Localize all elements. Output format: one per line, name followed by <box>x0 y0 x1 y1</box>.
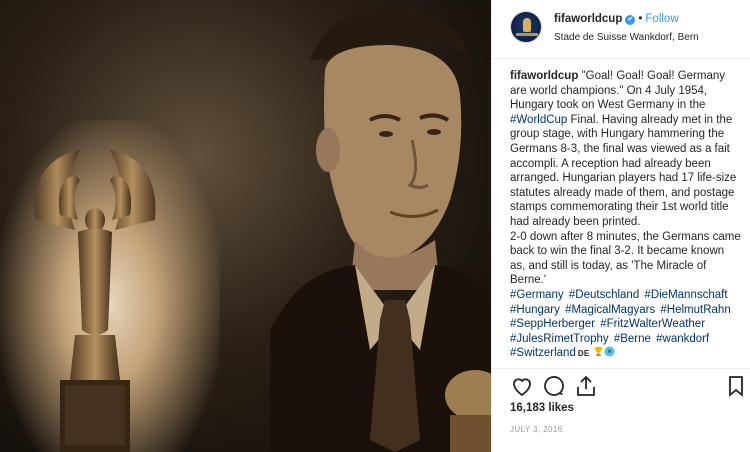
post-actions <box>506 374 746 400</box>
share-icon[interactable] <box>574 374 598 398</box>
hashtag-link[interactable]: #Deutschland <box>569 289 639 301</box>
location-link[interactable]: Stade de Suisse Wankdorf, Bern <box>554 32 699 43</box>
soccer-ball-emoji-icon <box>604 346 615 357</box>
actions-divider <box>492 368 750 369</box>
hashtag-link[interactable]: #HelmutRahn <box>660 304 730 316</box>
caption-author-link[interactable]: fifaworldcup <box>510 70 578 82</box>
heart-icon[interactable] <box>510 374 534 398</box>
caption-text-2: Final. Having already met in the group s… <box>510 113 737 228</box>
post-photo[interactable] <box>0 0 491 452</box>
caption-paragraph-2: 2-0 down after 8 minutes, the Germans ca… <box>510 230 741 287</box>
hashtag-link[interactable]: #JulesRimetTrophy <box>510 333 609 345</box>
post-date[interactable]: JULY 3, 2016 <box>510 425 563 434</box>
trophy-emoji-icon <box>593 347 603 357</box>
post-caption: fifaworldcup "Goal! Goal! Goal! Germany … <box>510 69 742 362</box>
separator-dot: • <box>638 13 643 25</box>
logo-band <box>516 33 538 36</box>
likes-count[interactable]: 16,183 likes <box>510 402 574 414</box>
caption-hashtags: #Germany #Deutschland #DieMannschaft #Hu… <box>510 288 742 362</box>
username-link[interactable]: fifaworldcup <box>554 13 622 25</box>
hashtag-link[interactable]: #Switzerland <box>510 347 576 359</box>
hashtag-link[interactable]: #SeppHerberger <box>510 318 595 330</box>
post-header: fifaworldcup ✔ • Follow Stade de Suisse Wan… <box>492 0 750 59</box>
hashtag-link[interactable]: #MagicalMagyars <box>565 304 655 316</box>
hashtag-link[interactable]: #Hungary <box>510 304 560 316</box>
hashtag-link[interactable]: #Germany <box>510 289 564 301</box>
bookmark-icon[interactable] <box>724 374 748 398</box>
header-handle-row: fifaworldcup ✔ • Follow <box>554 13 679 25</box>
caption-paragraph-1: fifaworldcup "Goal! Goal! Goal! Germany … <box>510 69 742 230</box>
comment-icon[interactable] <box>542 374 566 398</box>
avatar[interactable] <box>510 11 542 43</box>
instagram-post: fifaworldcup ✔ • Follow Stade de Suisse Wan… <box>0 0 750 452</box>
hashtag-link[interactable]: #FritzWalterWeather <box>600 318 705 330</box>
world-cup-logo-icon <box>523 18 531 32</box>
hashtag-worldcup-link[interactable]: #WorldCup <box>510 114 567 126</box>
photo-sepia-overlay <box>0 0 491 452</box>
post-side-panel: fifaworldcup ✔ • Follow Stade de Suisse Wan… <box>491 0 750 452</box>
hashtag-link[interactable]: #DieMannschaft <box>644 289 727 301</box>
hashtag-link[interactable]: #Berne <box>614 333 651 345</box>
verified-badge-icon: ✔ <box>625 15 636 25</box>
hashtag-link[interactable]: #wankdorf <box>656 333 709 345</box>
follow-button[interactable]: Follow <box>645 13 678 25</box>
germany-flag-emoji: DE <box>577 349 590 359</box>
